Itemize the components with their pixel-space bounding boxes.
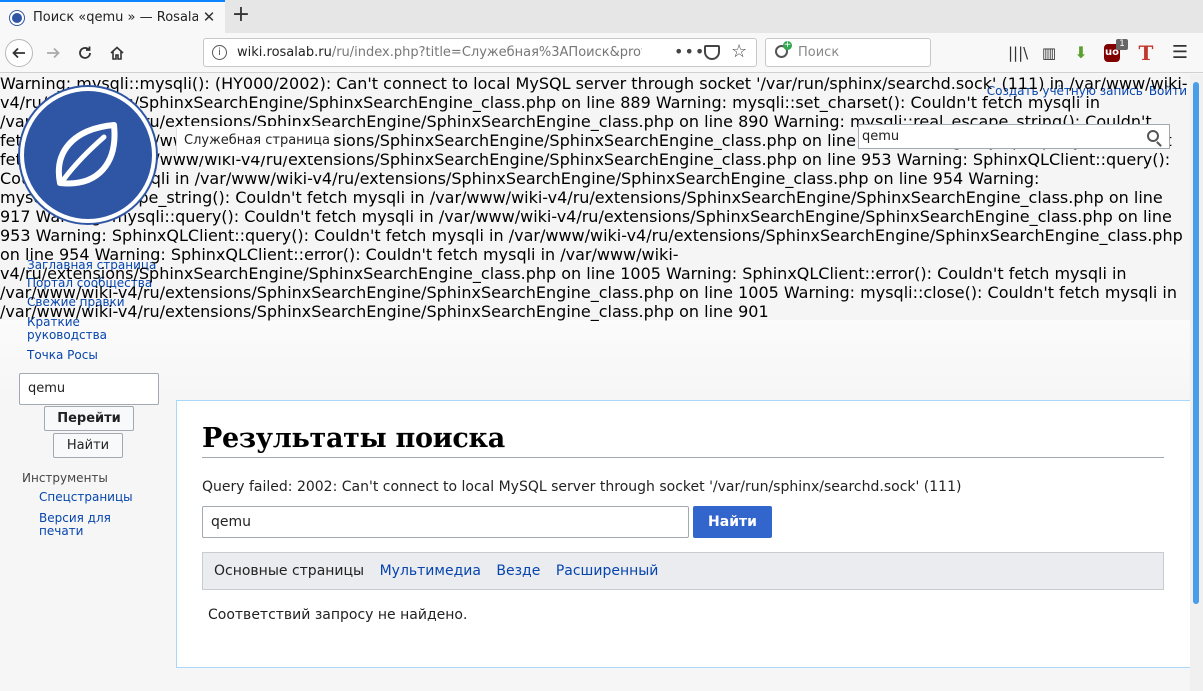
vertical-scrollbar[interactable] bbox=[1190, 74, 1203, 691]
search-placeholder: Поиск bbox=[798, 45, 840, 60]
bookmark-star-icon[interactable]: ☆ bbox=[731, 41, 747, 62]
scrollbar-thumb[interactable] bbox=[1193, 82, 1199, 604]
pocket-icon[interactable] bbox=[704, 45, 720, 60]
info-icon[interactable]: i bbox=[212, 45, 227, 60]
reload-button[interactable] bbox=[71, 39, 99, 67]
sidebar-item-special-pages[interactable]: Спецстраницы bbox=[39, 491, 149, 504]
download-icon[interactable]: ⬇ bbox=[1071, 43, 1091, 63]
header-search-value: qemu bbox=[862, 129, 900, 144]
library-icon[interactable]: |||\ bbox=[1008, 43, 1028, 63]
leaf-logo-icon bbox=[55, 122, 118, 187]
navigation-toolbar: i wiki.rosalab.ru/ru/index.php?title=Слу… bbox=[0, 33, 1203, 73]
page-title: Результаты поиска bbox=[202, 423, 1164, 458]
arrow-right-icon bbox=[47, 47, 60, 59]
tab-special-page[interactable]: Служебная страница bbox=[176, 126, 334, 156]
translate-icon[interactable]: T bbox=[1136, 43, 1156, 63]
sidebar-item-print-version[interactable]: Версия для печати bbox=[39, 512, 149, 538]
reload-icon bbox=[79, 46, 91, 59]
rosa-logo[interactable] bbox=[20, 87, 156, 223]
close-tab-icon[interactable]: ✕ bbox=[199, 7, 219, 27]
url-path: /ru/index.php?title=Служебная%3AПоиск&pr… bbox=[331, 45, 642, 60]
back-button[interactable] bbox=[5, 39, 33, 67]
home-icon bbox=[110, 46, 124, 60]
php-warnings-text: Warning: mysqli::mysqli(): (HY000/2002):… bbox=[0, 74, 1188, 321]
no-results-message: Соответствий запросу не найдено. bbox=[208, 607, 468, 623]
home-button[interactable] bbox=[103, 39, 131, 67]
find-button[interactable]: Найти bbox=[53, 433, 123, 458]
page-actions-icon[interactable]: ••• bbox=[674, 42, 705, 61]
add-search-engine-icon: + bbox=[783, 40, 792, 50]
hamburger-menu-icon[interactable]: ☰ bbox=[1170, 43, 1190, 63]
page-viewport: Создать учётную запись Войти Заглавная ст… bbox=[0, 74, 1203, 691]
sidebar-item-rosa-point[interactable]: Точка Росы bbox=[27, 349, 98, 362]
url-text[interactable]: wiki.rosalab.ru/ru/index.php?title=Служе… bbox=[237, 45, 642, 60]
forward-button[interactable] bbox=[39, 39, 67, 67]
url-host: wiki.rosalab.ru bbox=[237, 45, 332, 60]
search-profile-tabs: Основные страницы Мультимедиа Везде Расш… bbox=[202, 552, 1164, 590]
ublock-badge: 1 bbox=[1116, 39, 1128, 50]
results-search-button[interactable]: Найти bbox=[693, 506, 772, 538]
profile-tab-multimedia[interactable]: Мультимедиа bbox=[380, 563, 481, 579]
tools-heading: Инструменты bbox=[22, 471, 108, 485]
sidebar-search-input[interactable]: qemu bbox=[19, 373, 159, 405]
rosa-favicon-icon bbox=[10, 10, 24, 25]
query-error-message: Query failed: 2002: Can't connect to loc… bbox=[202, 479, 962, 495]
profile-tab-main-pages: Основные страницы bbox=[214, 563, 365, 579]
header-gradient bbox=[0, 320, 1190, 400]
search-icon[interactable] bbox=[1147, 130, 1159, 142]
tab-active[interactable]: Поиск «qemu » — Rosalab W ✕ bbox=[0, 0, 225, 33]
tab-title: Поиск «qemu » — Rosalab W bbox=[33, 10, 198, 25]
header-search-input[interactable]: qemu bbox=[858, 124, 1170, 149]
arrow-left-icon bbox=[12, 47, 25, 59]
results-search-input[interactable]: qemu bbox=[202, 506, 689, 538]
go-button[interactable]: Перейти bbox=[44, 406, 134, 431]
new-tab-button[interactable]: + bbox=[229, 4, 253, 28]
profile-tab-advanced[interactable]: Расширенный bbox=[556, 563, 659, 579]
main-content: Результаты поиска Query failed: 2002: Ca… bbox=[176, 400, 1190, 668]
sidebar-toggle-icon[interactable]: ▥ bbox=[1039, 43, 1059, 63]
profile-tab-everywhere[interactable]: Везде bbox=[496, 563, 540, 579]
tab-strip: Поиск «qemu » — Rosalab W ✕ + bbox=[0, 0, 1203, 33]
address-bar[interactable]: i wiki.rosalab.ru/ru/index.php?title=Слу… bbox=[203, 38, 757, 67]
browser-search-box[interactable]: + Поиск bbox=[765, 38, 931, 67]
browser-window: Поиск «qemu » — Rosalab W ✕ + i wiki.ros… bbox=[0, 0, 1203, 691]
